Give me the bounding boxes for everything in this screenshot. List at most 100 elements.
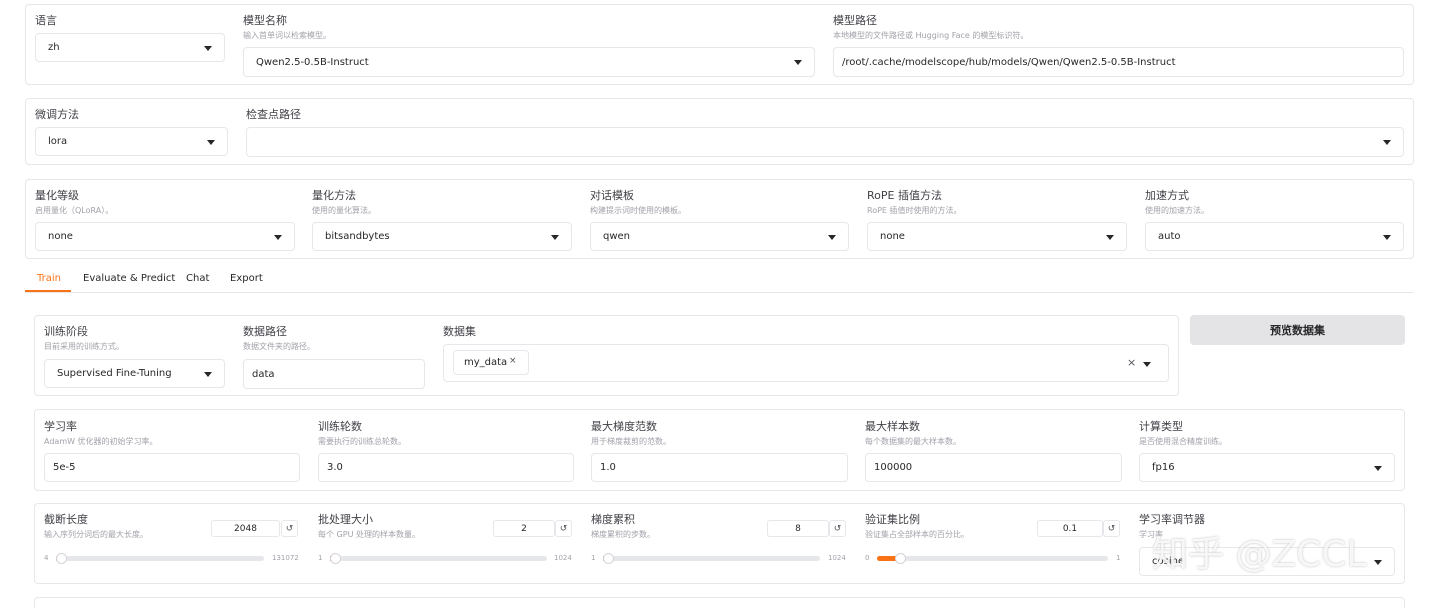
tab-bar-divider — [25, 292, 1414, 293]
cutoff-len-max: 131072 — [272, 554, 299, 562]
model-name-label: 模型名称 — [243, 14, 287, 27]
dataset-chip: my_data — [453, 350, 529, 375]
batch-size-info: 每个 GPU 处理的样本数量。 — [318, 530, 420, 539]
chevron-down-icon — [204, 45, 212, 51]
max-grad-norm-label: 最大梯度范数 — [591, 420, 657, 433]
chevron-down-icon[interactable] — [1143, 362, 1151, 367]
lr-input[interactable]: 5e-5 — [44, 453, 300, 482]
batch-size-thumb[interactable] — [330, 553, 341, 564]
model-name-value: Qwen2.5-0.5B-Instruct — [256, 56, 369, 68]
grad-accum-number[interactable]: 8 — [767, 520, 829, 537]
quant-bit-info: 启用量化（QLoRA）。 — [35, 206, 114, 215]
grad-accum-label: 梯度累积 — [591, 513, 635, 526]
tab-train[interactable]: Train — [37, 273, 61, 284]
dataset-dir-input[interactable]: data — [243, 359, 425, 389]
training-stage-value: Supervised Fine-Tuning — [57, 368, 172, 379]
model-path-info: 本地模型的文件路径或 Hugging Face 的模型标识符。 — [833, 31, 1029, 40]
epochs-value: 3.0 — [327, 462, 343, 473]
quant-method-label: 量化方法 — [312, 189, 356, 202]
tab-chat[interactable]: Chat — [186, 273, 209, 284]
max-samples-input[interactable]: 100000 — [865, 453, 1122, 482]
template-info: 构建提示词时使用的模板。 — [590, 206, 686, 215]
compute-type-value: fp16 — [1152, 462, 1175, 473]
booster-dropdown[interactable]: auto — [1145, 222, 1404, 251]
lr-label: 学习率 — [44, 420, 77, 433]
tab-evaluate-predict[interactable]: Evaluate & Predict — [83, 273, 175, 284]
finetune-method-label: 微调方法 — [35, 108, 79, 121]
quant-bit-dropdown[interactable]: none — [35, 222, 295, 251]
max-grad-norm-input[interactable]: 1.0 — [591, 453, 848, 482]
reset-icon[interactable]: ↺ — [281, 520, 298, 537]
batch-size-label: 批处理大小 — [318, 513, 373, 526]
checkpoint-label: 检查点路径 — [246, 108, 301, 121]
reset-icon[interactable]: ↺ — [1103, 520, 1120, 537]
lang-label: 语言 — [35, 14, 57, 27]
chevron-down-icon — [1383, 140, 1391, 145]
clear-icon[interactable]: × — [1127, 356, 1136, 369]
chip-remove-icon[interactable]: × — [509, 356, 517, 366]
compute-type-dropdown[interactable]: fp16 — [1139, 453, 1395, 482]
max-samples-label: 最大样本数 — [865, 420, 920, 433]
val-size-slider[interactable] — [877, 553, 1108, 564]
lang-dropdown[interactable]: zh — [35, 33, 225, 62]
rope-value: none — [880, 231, 905, 242]
chevron-down-icon — [828, 234, 836, 240]
epochs-input[interactable]: 3.0 — [318, 453, 574, 482]
reset-icon[interactable]: ↺ — [555, 520, 572, 537]
cutoff-len-min: 4 — [44, 554, 49, 562]
grad-accum-thumb[interactable] — [603, 553, 614, 564]
model-path-label: 模型路径 — [833, 14, 877, 27]
batch-size-number[interactable]: 2 — [493, 520, 555, 537]
rope-dropdown[interactable]: none — [867, 222, 1127, 251]
tab-export[interactable]: Export — [230, 273, 263, 284]
val-size-info: 验证集占全部样本的百分比。 — [865, 530, 969, 539]
chevron-down-icon — [204, 371, 212, 377]
training-stage-label: 训练阶段 — [44, 325, 88, 338]
cutoff-len-number[interactable]: 2048 — [211, 520, 280, 537]
template-value: qwen — [603, 231, 631, 242]
extra-panel — [34, 597, 1405, 608]
chevron-down-icon — [207, 139, 215, 145]
dataset-dir-label: 数据路径 — [243, 325, 287, 338]
val-size-min: 0 — [865, 554, 870, 562]
grad-accum-slider[interactable] — [603, 553, 820, 564]
finetune-method-value: lora — [48, 136, 68, 147]
chevron-down-icon — [274, 234, 282, 240]
dataset-multiselect[interactable] — [443, 344, 1169, 382]
cutoff-len-slider[interactable] — [56, 553, 264, 564]
cutoff-len-info: 输入序列分词后的最大长度。 — [44, 530, 148, 539]
booster-label: 加速方式 — [1145, 189, 1189, 202]
template-dropdown[interactable]: qwen — [590, 222, 849, 251]
grad-accum-max: 1024 — [828, 554, 846, 562]
quant-method-info: 使用的量化算法。 — [312, 206, 376, 215]
reset-icon[interactable]: ↺ — [829, 520, 846, 537]
val-size-max: 1 — [1116, 554, 1121, 562]
batch-size-slider[interactable] — [330, 553, 547, 564]
quant-bit-label: 量化等级 — [35, 189, 79, 202]
dataset-dir-value: data — [252, 368, 275, 380]
rope-label: RoPE 插值方法 — [867, 189, 942, 202]
quant-method-dropdown[interactable]: bitsandbytes — [312, 222, 572, 251]
chevron-down-icon — [1106, 234, 1114, 240]
template-label: 对话模板 — [590, 189, 634, 202]
finetune-method-dropdown[interactable]: lora — [35, 127, 228, 156]
val-size-number[interactable]: 0.1 — [1037, 520, 1103, 537]
model-path-input[interactable]: /root/.cache/modelscope/hub/models/Qwen/… — [833, 47, 1404, 77]
batch-size-min: 1 — [318, 554, 323, 562]
lr-info: AdamW 优化器的初始学习率。 — [44, 437, 158, 446]
training-stage-dropdown[interactable]: Supervised Fine-Tuning — [44, 359, 225, 388]
max-grad-norm-info: 用于梯度裁剪的范数。 — [591, 437, 671, 446]
val-size-label: 验证集比例 — [865, 513, 920, 526]
checkpoint-dropdown[interactable] — [246, 127, 1404, 157]
compute-type-label: 计算类型 — [1139, 420, 1183, 433]
epochs-info: 需要执行的训练总轮数。 — [318, 437, 406, 446]
booster-value: auto — [1158, 231, 1181, 242]
max-grad-norm-value: 1.0 — [600, 462, 616, 473]
quant-bit-value: none — [48, 231, 73, 242]
preview-dataset-button[interactable]: 预览数据集 — [1190, 315, 1405, 345]
cutoff-len-label: 截断长度 — [44, 513, 88, 526]
training-stage-info: 目前采用的训练方式。 — [44, 342, 124, 351]
dataset-label: 数据集 — [443, 325, 476, 338]
cutoff-len-thumb[interactable] — [56, 553, 67, 564]
model-name-dropdown[interactable]: Qwen2.5-0.5B-Instruct — [243, 47, 815, 77]
